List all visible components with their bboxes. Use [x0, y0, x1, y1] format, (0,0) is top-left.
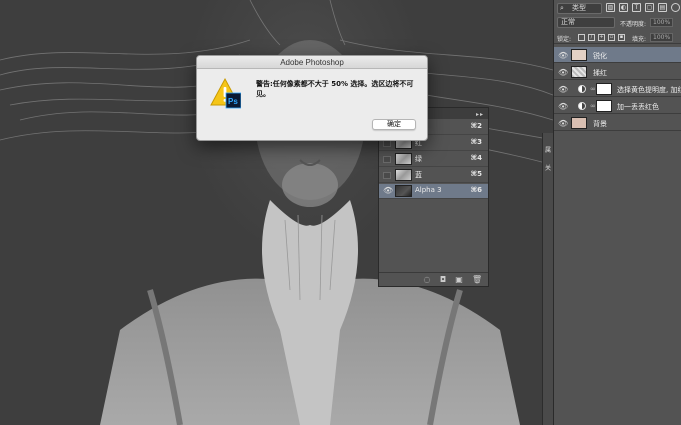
channel-shortcut: ⌘6 [470, 186, 482, 194]
eye-icon[interactable]: 👁 [558, 51, 568, 60]
panel-collapse-icon[interactable]: ▸▸ [476, 111, 484, 118]
channel-shortcut: ⌘2 [470, 122, 482, 130]
layer-mask-thumbnail[interactable] [596, 83, 612, 95]
fill-label: 填充: [632, 36, 647, 43]
save-selection-icon[interactable]: ◘ [439, 276, 447, 284]
lock-image-icon[interactable]: / [588, 34, 595, 41]
channel-name: 蓝 [415, 171, 422, 179]
layer-filter-bar: ⌕ 类型 ▨ ◐ T ▢ ▤ [554, 0, 681, 16]
layer-thumbnail [571, 117, 587, 129]
eye-icon[interactable]: 👁 [558, 119, 568, 128]
layer-mask-thumbnail[interactable] [596, 100, 612, 112]
layer-row[interactable]: 👁 背景 [554, 115, 681, 131]
channel-thumbnail [395, 185, 412, 197]
eye-icon[interactable]: 👁 [383, 186, 393, 195]
layer-thumbnail [571, 49, 587, 61]
channel-name: 绿 [415, 155, 422, 163]
blend-row: 正常 不透明度: 100% [554, 16, 681, 30]
fill-field[interactable]: 100% [650, 33, 674, 42]
adjustment-icon [578, 85, 586, 93]
link-icon: ∞ [590, 85, 596, 93]
lock-label: 锁定: [557, 36, 572, 43]
ok-button[interactable]: 确定 [372, 119, 416, 130]
kind-filter-value: 类型 [572, 4, 586, 12]
dock-label[interactable]: 属 [545, 145, 551, 154]
channel-name: Alpha 3 [415, 186, 442, 194]
channel-row-green[interactable]: 绿 ⌘4 [379, 152, 488, 167]
layer-name: 选择黄色提明度, 加红 [617, 86, 681, 94]
layer-row[interactable]: 👁 揉红 [554, 64, 681, 80]
layer-row[interactable]: 👁 ∞ 选择黄色提明度, 加红 [554, 81, 681, 97]
lock-position-icon[interactable]: + [598, 34, 605, 41]
eye-icon[interactable]: 👁 [558, 85, 568, 94]
layer-name: 锐化 [593, 52, 607, 60]
kind-filter-select[interactable]: ⌕ 类型 [557, 3, 602, 14]
channels-toolbar: ◌ ◘ ▣ 🗑 [379, 272, 488, 286]
adjustment-icon [578, 102, 586, 110]
svg-text:Ps: Ps [228, 97, 238, 106]
opacity-field[interactable]: 100% [650, 18, 674, 27]
visibility-toggle[interactable] [383, 156, 391, 163]
collapsed-panel-dock[interactable]: 属 关 [542, 133, 553, 425]
layer-name: 加一丢丢红色 [617, 103, 659, 111]
opacity-label: 不透明度: [620, 21, 647, 28]
lock-artboard-icon[interactable]: ▫ [608, 34, 615, 41]
lock-transparent-icon[interactable] [578, 34, 585, 41]
visibility-toggle[interactable] [383, 172, 391, 179]
search-icon: ⌕ [560, 4, 564, 12]
adjustment-filter-icon[interactable]: ◐ [619, 3, 628, 12]
pixel-filter-icon[interactable]: ▨ [606, 3, 615, 12]
visibility-toggle[interactable] [383, 140, 391, 147]
channel-row-blue[interactable]: 蓝 ⌘5 [379, 168, 488, 183]
shape-filter-icon[interactable]: ▢ [645, 3, 654, 12]
layer-row[interactable]: 👁 ∞ 加一丢丢红色 [554, 98, 681, 114]
channel-shortcut: ⌘5 [470, 170, 482, 178]
blend-mode-select[interactable]: 正常 [557, 17, 615, 28]
dialog-message: 警告:任何像素都不大于 50% 选择。选区边将不可见。 [256, 80, 414, 98]
channel-thumbnail [395, 169, 412, 181]
eye-icon[interactable]: 👁 [558, 102, 568, 111]
new-channel-icon[interactable]: ▣ [455, 276, 463, 284]
channel-shortcut: ⌘3 [470, 138, 482, 146]
warning-dialog: Adobe Photoshop Ps 警告:任何像素都不大于 50% 选择。选区… [196, 55, 428, 141]
load-selection-icon[interactable]: ◌ [423, 276, 431, 284]
layer-name: 揉红 [593, 69, 607, 77]
dialog-title: Adobe Photoshop [197, 56, 427, 69]
layer-row[interactable]: 👁 锐化 [554, 47, 681, 63]
warning-icon: Ps [210, 77, 241, 109]
layers-panel: ⌕ 类型 ▨ ◐ T ▢ ▤ 正常 不透明度: 100% 锁定: / + ▫ ▪… [553, 0, 681, 425]
lock-row: 锁定: / + ▫ ▪ 填充: 100% [554, 31, 681, 44]
smart-object-filter-icon[interactable]: ▤ [658, 3, 667, 12]
channel-thumbnail [395, 153, 412, 165]
type-filter-icon[interactable]: T [632, 3, 641, 12]
delete-icon[interactable]: 🗑 [472, 276, 482, 284]
layer-name: 背景 [593, 120, 607, 128]
dock-label[interactable]: 关 [545, 163, 551, 172]
link-icon: ∞ [590, 102, 596, 110]
photoshop-window: ▸▸ ⌘2 红 ⌘3 绿 ⌘4 蓝 ⌘5 👁 Alpha 3 ⌘6 ◌ ◘ ▣ … [0, 0, 681, 425]
eye-icon[interactable]: 👁 [558, 68, 568, 77]
blend-mode-value: 正常 [561, 18, 575, 26]
channel-shortcut: ⌘4 [470, 154, 482, 162]
filter-toggle-icon[interactable] [671, 3, 680, 12]
lock-all-icon[interactable]: ▪ [618, 34, 625, 41]
channel-row-alpha-3[interactable]: 👁 Alpha 3 ⌘6 [379, 184, 488, 199]
layer-thumbnail [571, 66, 587, 78]
